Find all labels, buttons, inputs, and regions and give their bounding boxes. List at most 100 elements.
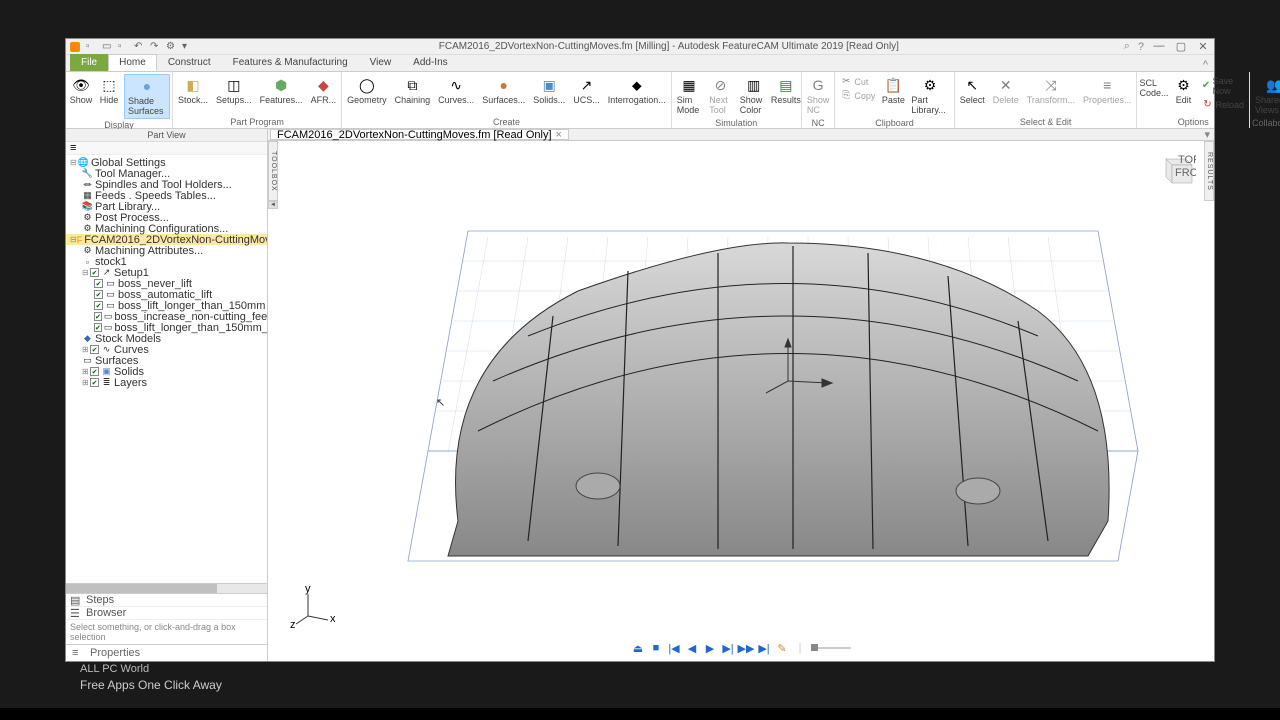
show-button[interactable]: 👁Show [68,74,94,107]
tree-setup1[interactable]: ⊟✔↗Setup1 [66,267,267,278]
properties-button[interactable]: ≡Properties... [1080,74,1135,107]
tree[interactable]: ⊟🌐Global Settings 🔧Tool Manager... ⏛Spin… [66,155,267,583]
undo-icon[interactable]: ↶ [134,41,146,53]
speed-slider[interactable] [811,647,851,649]
tree-spindles[interactable]: ⏛Spindles and Tool Holders... [66,179,267,190]
open-icon[interactable]: ▭ [102,41,114,53]
geometry-button[interactable]: ◯Geometry [344,74,390,107]
stop-icon[interactable]: ■ [649,641,663,655]
shared-views-button[interactable]: 👥Shared Views [1252,74,1280,117]
tab-addins[interactable]: Add-Ins [402,54,458,71]
next-tool-button[interactable]: ⊘Next Tool [706,74,735,117]
toolbox-expand-icon[interactable]: ◄ [268,201,278,209]
tree-global-settings[interactable]: ⊟🌐Global Settings [66,157,267,168]
tree-part-library[interactable]: 📚Part Library... [66,201,267,212]
fast-forward-icon[interactable]: ▶| [757,641,771,655]
part-library-button[interactable]: ⚙Part Library... [908,74,951,117]
curves-button[interactable]: ∿Curves... [435,74,477,107]
reload-button[interactable]: ↻Reload [1199,97,1248,111]
tab-overflow-icon[interactable]: ▾ [1200,129,1214,141]
watermark: ALL PC World Free Apps One Click Away [80,652,222,692]
tree-stock-models[interactable]: ◆Stock Models [66,333,267,344]
tree-stock1[interactable]: ▫stock1 [66,256,267,267]
tree-surfaces[interactable]: ▭Surfaces [66,355,267,366]
show-color-button[interactable]: ▥Show Color [737,74,771,117]
tab-file[interactable]: File [70,54,108,71]
edit-button[interactable]: ⚙Edit [1171,74,1197,107]
toolbox-flyout[interactable]: TOOLBOX [268,141,278,201]
qat-dropdown-icon[interactable]: ▾ [182,41,194,53]
delete-button[interactable]: ✕Delete [990,74,1022,107]
help-icon[interactable]: ? [1138,41,1144,53]
minimize-button[interactable]: — [1152,40,1166,53]
copy-button[interactable]: ⎘Copy [837,88,878,102]
3d-canvas[interactable]: TOOLBOX ◄ RESULTS [268,141,1214,661]
show-nc-button[interactable]: GShow NC [804,74,833,117]
settings-icon[interactable]: ⚙ [166,41,178,53]
tree-curves[interactable]: ⊞✔∿Curves [66,344,267,355]
tree-horizontal-scrollbar[interactable] [66,583,267,593]
maximize-button[interactable]: ▢ [1174,40,1188,53]
tree-setup-item[interactable]: ✔▭boss_lift_longer_than_150mm [66,300,267,311]
features-button[interactable]: ⬢Features... [257,74,306,107]
tree-setup-item[interactable]: ✔▭boss_increase_non-cutting_feedrate_600… [66,311,267,322]
sim-mode-button[interactable]: ▦Sim Mode [674,74,704,117]
new-icon[interactable]: ▫ [86,41,98,53]
tree-solids[interactable]: ⊞✔▣Solids [66,366,267,377]
tree-file-root[interactable]: ⊟FFCAM2016_2DVortexNon-CuttingMoves.fm▾ [66,234,267,245]
select-button[interactable]: ↖Select [957,74,988,107]
close-tab-icon[interactable]: × [556,129,562,141]
part-view-toolbar[interactable]: ≡ [66,142,267,155]
app-logo-icon [70,42,80,52]
browser-tab[interactable]: ☰Browser [66,607,267,620]
tree-setup-item[interactable]: ✔▭boss_automatic_lift [66,289,267,300]
skip-forward-icon[interactable]: ▶▶ [739,641,753,655]
tree-layers[interactable]: ⊞✔≣Layers [66,377,267,388]
tab-features-manufacturing[interactable]: Features & Manufacturing [222,54,359,71]
tree-post-process[interactable]: ⚙Post Process... [66,212,267,223]
close-button[interactable]: ✕ [1196,40,1210,53]
eject-icon[interactable]: ⏏ [631,641,645,655]
tree-machining-attributes[interactable]: ⚙Machining Attributes... [66,245,267,256]
afr-button[interactable]: ◆AFR... [308,74,340,107]
play-icon[interactable]: ▶ [703,641,717,655]
save-icon[interactable]: ▫ [118,41,130,53]
tree-tool-manager[interactable]: 🔧Tool Manager... [66,168,267,179]
part-view-header: Part View [66,129,267,142]
stock-button[interactable]: ◧Stock... [175,74,211,107]
step-back-icon[interactable]: ◀ [685,641,699,655]
results-flyout[interactable]: RESULTS [1204,141,1214,201]
tab-construct[interactable]: Construct [157,54,222,71]
tree-feeds-speeds[interactable]: ▦Feeds . Speeds Tables... [66,190,267,201]
viewcube[interactable]: TOP FRONT [1156,151,1196,191]
paste-button[interactable]: 📋Paste [880,74,906,107]
ucs-button[interactable]: ↗UCS... [570,74,603,107]
chaining-button[interactable]: ⧉Chaining [392,74,434,107]
document-tab[interactable]: FCAM2016_2DVortexNon-CuttingMoves.fm [Re… [270,129,569,140]
curves-icon: ∿ [101,344,112,355]
tree-setup-item[interactable]: ✔▭boss_never_lift [66,278,267,289]
tree-machining-config[interactable]: ⚙Machining Configurations... [66,223,267,234]
solids-button[interactable]: ▣Solids... [530,74,568,107]
cut-button[interactable]: ✂Cut [837,74,878,88]
transform-button[interactable]: ⤨Transform... [1024,74,1078,107]
tab-home[interactable]: Home [108,54,157,71]
clear-icon[interactable]: ✎ [775,641,789,655]
tree-setup-item[interactable]: ✔▭boss_lift_longer_than_150mm_&_increase… [66,322,267,333]
search-icon[interactable]: ⌕ [1124,40,1130,53]
setups-button[interactable]: ◫Setups... [213,74,255,107]
surfaces-button[interactable]: ●Surfaces... [479,74,528,107]
quick-access-toolbar: ▫ ▭ ▫ ↶ ↷ ⚙ ▾ [86,41,194,53]
save-now-button[interactable]: ✔Save Now [1199,74,1248,97]
redo-icon[interactable]: ↷ [150,41,162,53]
steps-tab[interactable]: ▤Steps [66,594,267,607]
shade-surfaces-button[interactable]: ●Shade Surfaces [124,74,170,119]
interrogation-button[interactable]: ⬥Interrogation... [605,74,669,107]
skip-back-icon[interactable]: |◀ [667,641,681,655]
scl-code-link[interactable]: SCL Code... [1139,74,1168,98]
collapse-ribbon-icon[interactable]: ^ [1197,59,1214,71]
step-forward-icon[interactable]: ▶| [721,641,735,655]
results-button[interactable]: ▤Results [773,74,799,107]
hide-button[interactable]: ⬚Hide [96,74,122,107]
tab-view[interactable]: View [359,54,403,71]
